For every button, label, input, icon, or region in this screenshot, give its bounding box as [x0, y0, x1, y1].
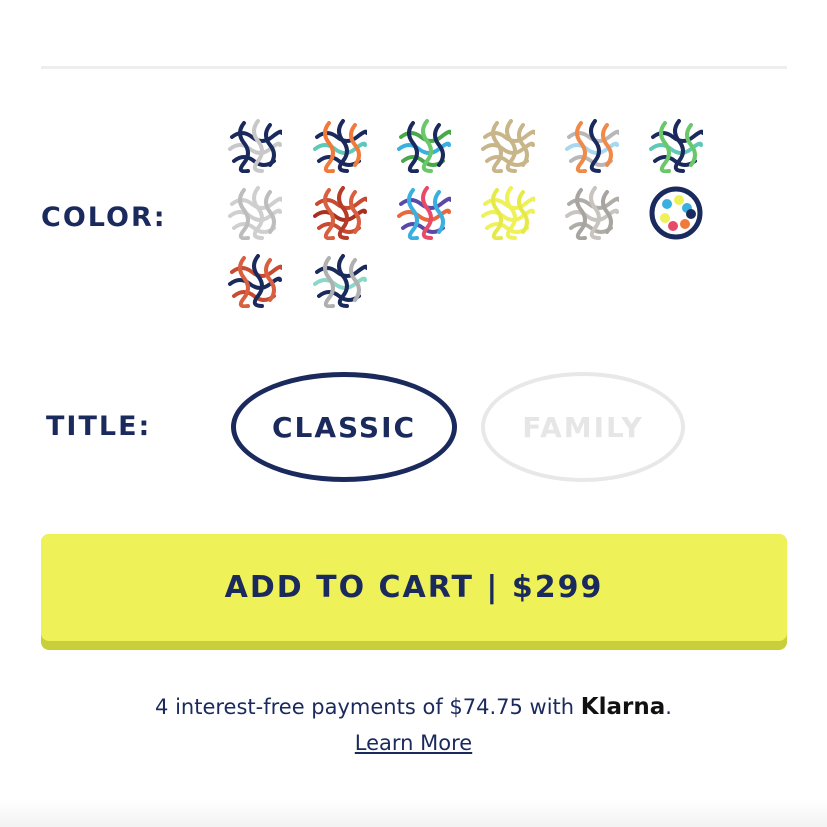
- title-label: TITLE:: [46, 411, 152, 442]
- title-option-classic[interactable]: CLASSIC: [231, 372, 457, 482]
- color-swatch-mint-navy[interactable]: [313, 254, 367, 308]
- swatch-pattern-icon: [397, 119, 451, 173]
- color-swatch-yellow[interactable]: [481, 186, 535, 240]
- color-label: COLOR:: [41, 202, 167, 233]
- swatch-pattern-icon: [228, 254, 282, 308]
- swatch-pattern-icon: [565, 119, 619, 173]
- klarna-message: 4 interest-free payments of $74.75 with …: [0, 694, 827, 720]
- top-divider: [41, 66, 787, 69]
- add-to-cart-label: ADD TO CART | $299: [41, 534, 787, 641]
- bottom-shade: [0, 800, 827, 827]
- swatch-pattern-icon: [313, 186, 367, 240]
- klarna-text: 4 interest-free payments of $74.75 with: [155, 695, 581, 719]
- swatch-pattern-icon: [565, 186, 619, 240]
- add-to-cart-button[interactable]: ADD TO CART | $299: [41, 534, 787, 650]
- color-swatch-orange-lightblue[interactable]: [565, 119, 619, 173]
- swatch-pattern-icon: [649, 186, 703, 240]
- swatch-pattern-icon: [313, 254, 367, 308]
- color-swatch-light-grey[interactable]: [228, 186, 282, 240]
- color-swatch-red-rust[interactable]: [313, 186, 367, 240]
- swatch-pattern-icon: [397, 186, 451, 240]
- color-swatch-navy-grey[interactable]: [228, 119, 282, 173]
- color-swatch-green-blue[interactable]: [397, 119, 451, 173]
- color-swatch-rainbow[interactable]: [397, 186, 451, 240]
- swatch-pattern-icon: [481, 119, 535, 173]
- color-swatch-teal-orange[interactable]: [313, 119, 367, 173]
- color-swatch-multicolor-dots[interactable]: [649, 186, 703, 240]
- color-swatch-teal-green[interactable]: [649, 119, 703, 173]
- color-swatch-grey-stone[interactable]: [565, 186, 619, 240]
- swatch-pattern-icon: [228, 119, 282, 173]
- title-option-family[interactable]: FAMILY: [481, 372, 685, 482]
- swatch-pattern-icon: [649, 119, 703, 173]
- color-swatch-tan[interactable]: [481, 119, 535, 173]
- color-swatch-red-navy[interactable]: [228, 254, 282, 308]
- klarna-period: .: [665, 695, 672, 719]
- swatch-pattern-icon: [313, 119, 367, 173]
- klarna-logo: Klarna: [580, 694, 666, 720]
- learn-more-link[interactable]: Learn More: [355, 731, 472, 755]
- learn-more: Learn More: [0, 731, 827, 755]
- swatch-pattern-icon: [228, 186, 282, 240]
- swatch-pattern-icon: [481, 186, 535, 240]
